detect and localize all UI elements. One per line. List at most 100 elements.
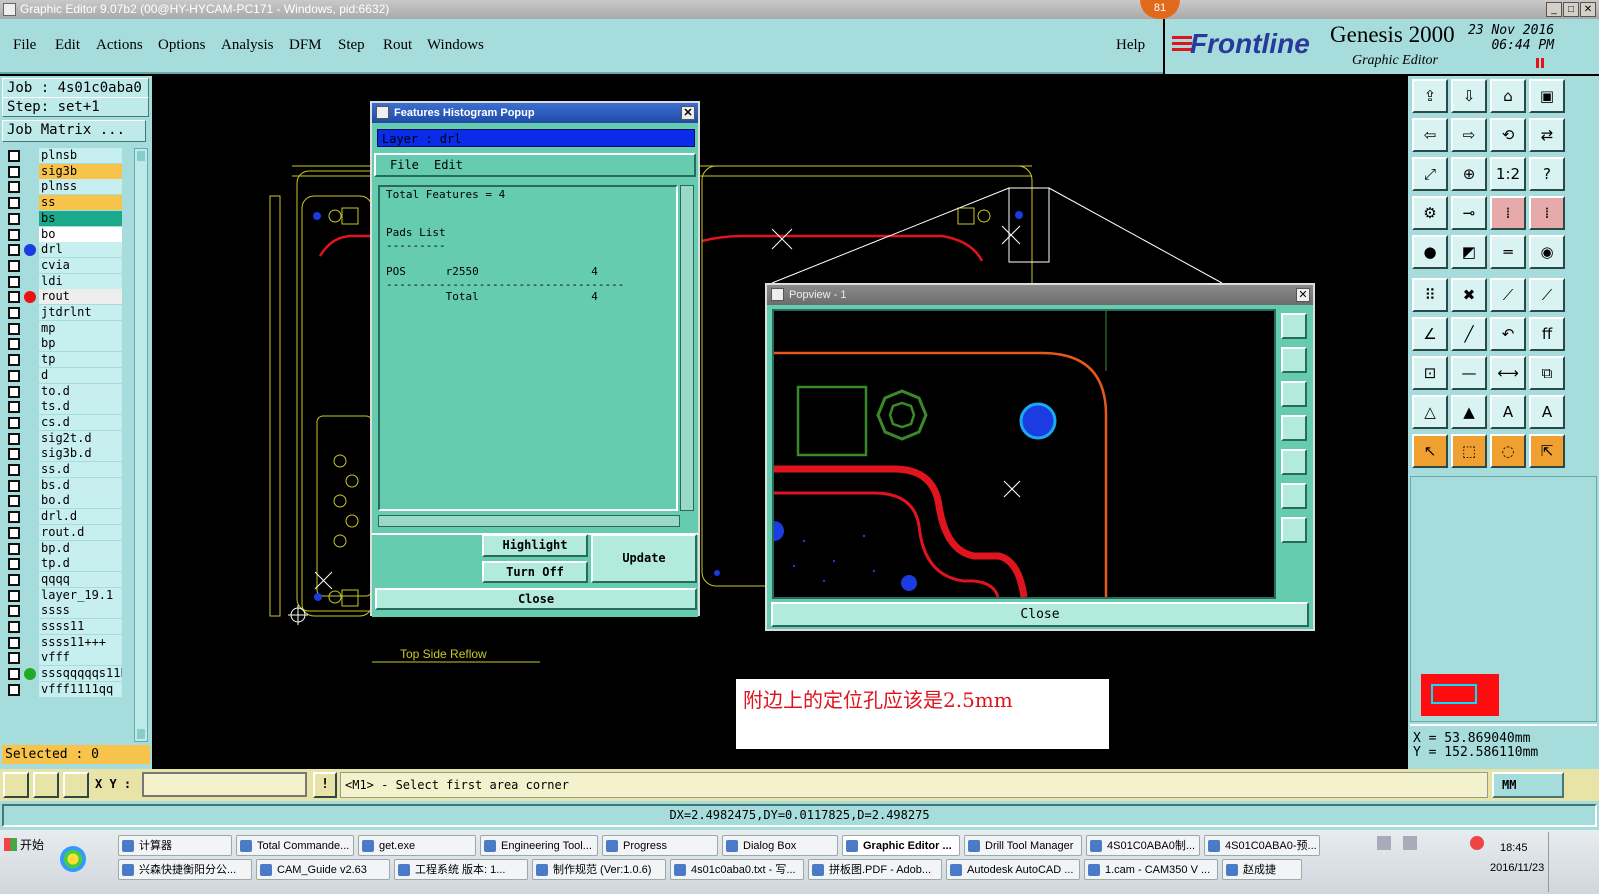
layer-checkbox[interactable] [8, 275, 20, 288]
update-button[interactable]: Update [591, 534, 697, 583]
layer-checkbox[interactable] [8, 573, 20, 586]
layer-checkbox[interactable] [8, 511, 20, 524]
rotate-icon[interactable]: ⟲ [1490, 118, 1526, 152]
close-icon[interactable]: ✕ [1580, 2, 1596, 17]
layer-row[interactable]: sssqqqqqs11b [4, 666, 122, 682]
menu-dfm[interactable]: DFM [289, 37, 322, 54]
histogram-title-bar[interactable]: Features Histogram Popup ✕ [372, 103, 698, 123]
text-a-icon[interactable]: A [1490, 395, 1526, 429]
layer-checkbox[interactable] [8, 605, 20, 618]
histogram-menu-file[interactable]: File [390, 158, 419, 172]
popview-close-button[interactable]: Close [771, 602, 1309, 627]
layer-name[interactable]: sig2t.d [39, 430, 122, 446]
drill-map-icon[interactable]: ⁞ [1490, 196, 1526, 230]
layer-checkbox[interactable] [8, 589, 20, 602]
help-icon[interactable]: ? [1529, 157, 1565, 191]
layer-checkbox[interactable] [8, 181, 20, 194]
home-icon[interactable]: ⌂ [1490, 79, 1526, 113]
select-arrow-icon[interactable]: ↖ [1412, 434, 1448, 468]
taskbar-item[interactable]: 工程系统 版本: 1... [394, 859, 528, 880]
move-right-icon[interactable]: ⇨ [1451, 118, 1487, 152]
layer-row[interactable]: rout.d [4, 524, 122, 540]
ruler-icon[interactable]: ═ [1490, 235, 1526, 269]
layer-row[interactable]: rout [4, 289, 122, 305]
close-icon[interactable]: ✕ [681, 106, 695, 120]
tri-2-icon[interactable]: ▲ [1451, 395, 1487, 429]
menu-help[interactable]: Help [1116, 37, 1145, 54]
angle-icon[interactable]: ∠ [1412, 317, 1448, 351]
layer-row[interactable]: bs.d [4, 477, 122, 493]
layer-row[interactable]: ssss [4, 603, 122, 619]
histogram-close-button[interactable]: Close [375, 588, 697, 610]
layer-name[interactable]: bo [39, 226, 122, 242]
layer-checkbox[interactable] [8, 495, 20, 508]
layer-name[interactable]: rout.d [39, 524, 122, 540]
menu-actions[interactable]: Actions [96, 37, 143, 54]
layer-name[interactable]: qqqq [39, 571, 122, 587]
x-icon[interactable]: ✖ [1451, 278, 1487, 312]
layer-name[interactable]: to.d [39, 383, 122, 399]
layer-name[interactable]: mp [39, 320, 122, 336]
polarity-icon[interactable]: ◩ [1451, 235, 1487, 269]
layer-checkbox[interactable] [8, 322, 20, 335]
tray-update-icon[interactable] [1470, 836, 1484, 850]
pad-plus-icon[interactable]: ⊡ [1412, 356, 1448, 390]
layer-row[interactable]: sig2t.d [4, 430, 122, 446]
probe-icon[interactable]: ⊸ [1451, 196, 1487, 230]
layer-name[interactable]: drl.d [39, 509, 122, 525]
taskbar-item[interactable]: 赵成捷 [1222, 859, 1302, 880]
layer-checkbox[interactable] [8, 212, 20, 225]
histogram-hscroll[interactable] [378, 515, 680, 527]
window-icon[interactable]: ▣ [1529, 79, 1565, 113]
taskbar-item[interactable]: 制作规范 (Ver:1.0.6) [532, 859, 666, 880]
layer-row[interactable]: vfff1111qq [4, 681, 122, 697]
select-box-icon[interactable]: ⬚ [1451, 434, 1487, 468]
layer-name[interactable]: cs.d [39, 414, 122, 430]
layer-checkbox[interactable] [8, 338, 20, 351]
undo-arc-icon[interactable]: ↶ [1490, 317, 1526, 351]
layer-row[interactable]: ss [4, 195, 122, 211]
scroll-up-icon[interactable] [137, 151, 145, 161]
taskbar-item[interactable]: 4S01C0ABA0-预... [1204, 835, 1320, 856]
layer-checkbox[interactable] [8, 432, 20, 445]
taskbar-item[interactable]: 4S01C0ABA0制... [1086, 835, 1200, 856]
layer-row[interactable]: bp.d [4, 540, 122, 556]
pan-left-icon[interactable] [1281, 415, 1307, 441]
layer-checkbox[interactable] [8, 621, 20, 633]
layer-name[interactable]: d [39, 367, 122, 383]
menu-step[interactable]: Step [338, 37, 365, 54]
scale-icon[interactable]: 1:2 [1490, 157, 1526, 191]
taskbar-item[interactable]: 兴森快捷衡阳分公... [118, 859, 252, 880]
layer-row[interactable]: bo.d [4, 493, 122, 509]
layer-checkbox[interactable] [8, 385, 20, 398]
layer-row[interactable]: ssss11 [4, 619, 122, 634]
layer-checkbox[interactable] [8, 369, 20, 382]
layer-name[interactable]: vfff1111qq [39, 681, 122, 697]
layer-name[interactable]: jtdrlnt [39, 305, 122, 320]
layer-row[interactable]: vfff [4, 650, 122, 666]
arc-icon[interactable]: ⟋ [1529, 278, 1565, 312]
layer-row[interactable]: ss.d [4, 462, 122, 477]
popview-title-bar[interactable]: Popview - 1 ✕ [767, 285, 1313, 305]
layer-row[interactable]: bo [4, 226, 122, 242]
text-a2-icon[interactable]: A [1529, 395, 1565, 429]
layer-checkbox[interactable] [8, 307, 20, 319]
histogram-vscroll[interactable] [680, 185, 694, 511]
layer-name[interactable]: ssss [39, 603, 122, 619]
pad-icon[interactable]: ● [1412, 235, 1448, 269]
cluster-icon[interactable]: ⧉ [1529, 356, 1565, 390]
menu-analysis[interactable]: Analysis [221, 37, 274, 54]
scroll-down-icon[interactable] [137, 729, 145, 739]
taskbar-item[interactable]: 4s01c0aba0.txt - 写... [670, 859, 804, 880]
menu-file[interactable]: File [13, 37, 36, 54]
tray-icon[interactable] [1403, 836, 1417, 850]
layer-row[interactable]: drl [4, 242, 122, 258]
layer-checkbox[interactable] [8, 652, 20, 665]
layer-checkbox[interactable] [8, 416, 20, 429]
histogram-menu-edit[interactable]: Edit [434, 158, 463, 172]
dot-icon[interactable]: ◉ [1529, 235, 1565, 269]
layer-row[interactable]: bp [4, 336, 122, 352]
layer-checkbox[interactable] [8, 354, 20, 367]
layer-list-scrollbar[interactable] [134, 148, 148, 742]
layer-name[interactable]: vfff [39, 650, 122, 666]
